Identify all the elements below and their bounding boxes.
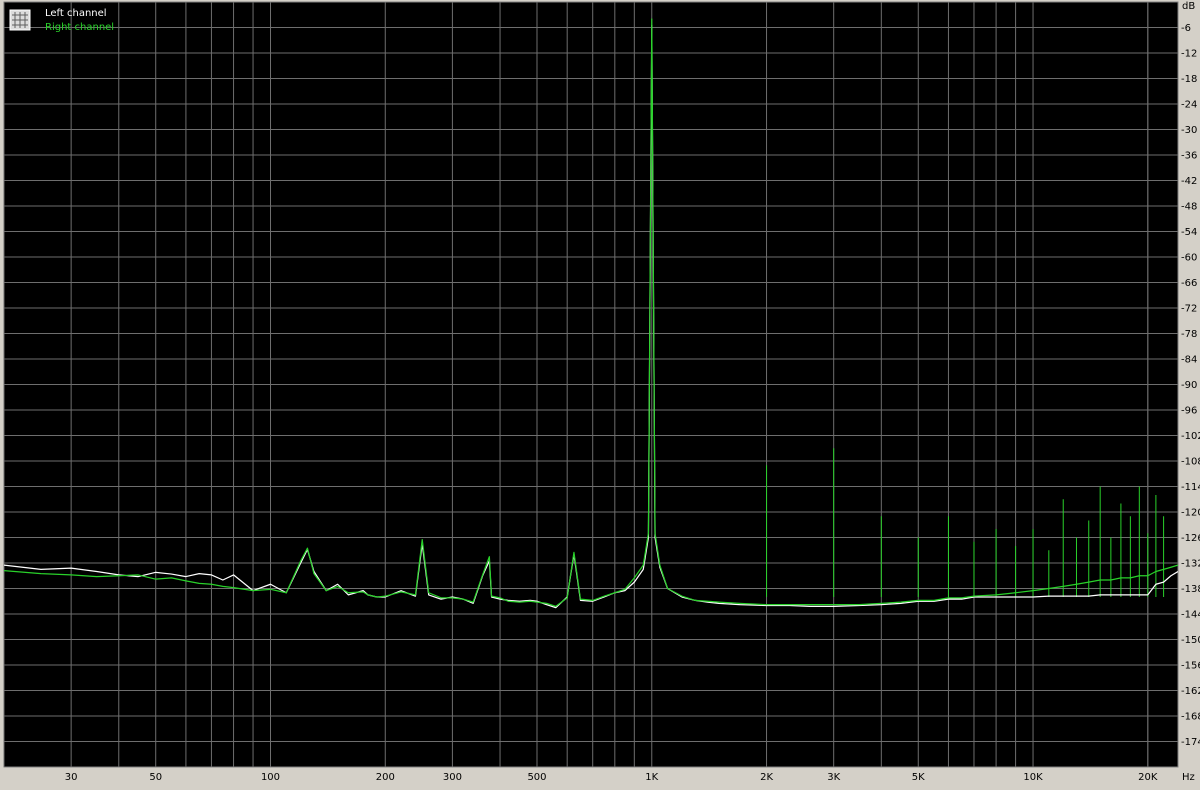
- x-tick-label: 20K: [1138, 772, 1158, 783]
- y-tick-label: -54: [1181, 227, 1197, 238]
- y-tick-label: -90: [1181, 380, 1197, 391]
- y-tick-label: -78: [1181, 329, 1197, 340]
- y-tick-label: -114: [1181, 482, 1200, 493]
- x-tick-label: 1K: [645, 772, 658, 783]
- y-tick-label: -84: [1181, 355, 1197, 366]
- x-tick-label: 5K: [912, 772, 925, 783]
- spectrum-chart: -6 -12 -18 -24 -30 -36 -42 -48 -54 -60 -66 -72 -78 -8…: [0, 0, 1200, 786]
- x-tick-label: 10K: [1023, 772, 1043, 783]
- legend-entry-left-channel: Left channel: [45, 8, 107, 19]
- y-tick-label: -132: [1181, 559, 1200, 570]
- y-tick-label: -150: [1181, 635, 1200, 646]
- y-tick-label: -156: [1181, 661, 1200, 672]
- y-unit-label: dB: [1182, 1, 1195, 12]
- x-tick-label: 30: [65, 772, 78, 783]
- legend-entry-right-channel: Right channel: [45, 22, 114, 33]
- y-tick-label: -30: [1181, 125, 1197, 136]
- y-tick-label: -72: [1181, 304, 1197, 315]
- y-tick-label: -66: [1181, 278, 1197, 289]
- y-tick-label: -144: [1181, 610, 1200, 621]
- y-tick-label: -96: [1181, 406, 1197, 417]
- y-tick-label: -42: [1181, 176, 1197, 187]
- x-tick-label: 100: [261, 772, 280, 783]
- x-tick-label: 500: [527, 772, 546, 783]
- x-tick-label: 2K: [760, 772, 773, 783]
- y-tick-label: -36: [1181, 151, 1197, 162]
- y-tick-label: -6: [1181, 23, 1191, 34]
- x-tick-label: 50: [149, 772, 162, 783]
- y-tick-label: -168: [1181, 712, 1200, 723]
- x-tick-label: 200: [376, 772, 395, 783]
- chart-svg: -6 -12 -18 -24 -30 -36 -42 -48 -54 -60 -66 -72 -78 -8…: [0, 0, 1200, 786]
- y-tick-label: -108: [1181, 457, 1200, 468]
- y-axis-labels: -6 -12 -18 -24 -30 -36 -42 -48 -54 -60 -66 -72 -78 -8…: [1181, 23, 1200, 748]
- y-tick-label: -18: [1181, 74, 1197, 85]
- y-tick-label: -162: [1181, 686, 1200, 697]
- y-tick-label: -24: [1181, 100, 1197, 111]
- y-tick-label: -60: [1181, 253, 1197, 264]
- y-tick-label: -126: [1181, 533, 1200, 544]
- x-tick-label: 300: [443, 772, 462, 783]
- y-tick-label: -102: [1181, 431, 1200, 442]
- x-unit-label: Hz: [1182, 772, 1195, 783]
- x-tick-label: 3K: [827, 772, 840, 783]
- legend-grid-icon[interactable]: [9, 9, 31, 31]
- y-tick-label: -120: [1181, 508, 1200, 519]
- y-tick-label: -12: [1181, 49, 1197, 60]
- y-tick-label: -174: [1181, 737, 1200, 748]
- y-tick-label: -48: [1181, 202, 1197, 213]
- y-tick-label: -138: [1181, 584, 1200, 595]
